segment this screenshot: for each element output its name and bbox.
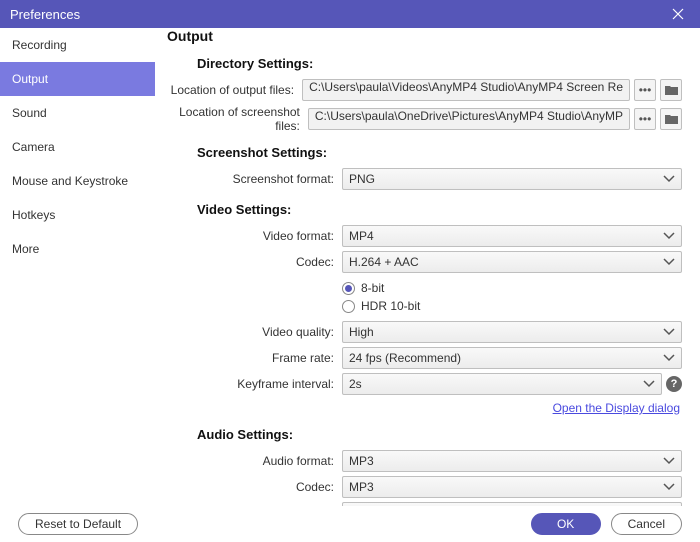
row-keyframe-interval: Keyframe interval: 2s ? (167, 373, 682, 395)
radio-icon (342, 282, 355, 295)
select-keyframe-interval[interactable]: 2s (342, 373, 662, 395)
chevron-down-icon (663, 454, 675, 468)
select-value: MP3 (349, 480, 374, 494)
select-video-format[interactable]: MP4 (342, 225, 682, 247)
select-video-codec[interactable]: H.264 + AAC (342, 251, 682, 273)
section-title-video: Video Settings: (197, 202, 682, 217)
row-frame-rate: Frame rate: 24 fps (Recommend) (167, 347, 682, 369)
label-screenshot-format: Screenshot format: (167, 172, 342, 186)
sidebar-item-sound[interactable]: Sound (0, 96, 155, 130)
row-video-codec: Codec: H.264 + AAC (167, 251, 682, 273)
section-title-screenshot: Screenshot Settings: (197, 145, 682, 160)
select-value: PNG (349, 172, 375, 186)
select-value: H.264 + AAC (349, 255, 419, 269)
sidebar-item-mouse-keystroke[interactable]: Mouse and Keystroke (0, 164, 155, 198)
row-video-quality: Video quality: High (167, 321, 682, 343)
ellipsis-icon: ••• (639, 83, 652, 97)
chevron-down-icon (663, 172, 675, 186)
body: Recording Output Sound Camera Mouse and … (0, 28, 700, 506)
sidebar: Recording Output Sound Camera Mouse and … (0, 28, 155, 506)
select-audio-format[interactable]: MP3 (342, 450, 682, 472)
sidebar-item-output[interactable]: Output (0, 62, 155, 96)
sidebar-item-hotkeys[interactable]: Hotkeys (0, 198, 155, 232)
footer-right: OK Cancel (531, 513, 682, 535)
sidebar-item-camera[interactable]: Camera (0, 130, 155, 164)
chevron-down-icon (663, 255, 675, 269)
folder-icon (665, 114, 678, 125)
radio-hdr-10bit[interactable]: HDR 10-bit (342, 299, 420, 313)
browse-output-button[interactable]: ••• (634, 79, 656, 101)
section-title-directory: Directory Settings: (197, 56, 682, 71)
chevron-down-icon (643, 377, 655, 391)
open-display-dialog-link[interactable]: Open the Display dialog (553, 401, 680, 415)
select-value: High (349, 325, 374, 339)
cancel-button[interactable]: Cancel (611, 513, 682, 535)
radio-8bit[interactable]: 8-bit (342, 281, 420, 295)
titlebar: Preferences (0, 0, 700, 28)
content-pane: Output Directory Settings: Location of o… (155, 28, 700, 506)
input-output-location[interactable]: C:\Users\paula\Videos\AnyMP4 Studio\AnyM… (302, 79, 630, 101)
ellipsis-icon: ••• (639, 112, 652, 126)
close-icon (672, 8, 684, 20)
select-audio-quality[interactable]: Lossless (342, 502, 682, 506)
chevron-down-icon (663, 325, 675, 339)
select-value: 24 fps (Recommend) (349, 351, 461, 365)
select-frame-rate[interactable]: 24 fps (Recommend) (342, 347, 682, 369)
select-screenshot-format[interactable]: PNG (342, 168, 682, 190)
help-keyframe-button[interactable]: ? (666, 376, 682, 392)
open-screenshot-folder-button[interactable] (660, 108, 682, 130)
display-link-row: Open the Display dialog (167, 401, 682, 415)
row-screenshot-location: Location of screenshot files: C:\Users\p… (167, 105, 682, 133)
row-audio-format: Audio format: MP3 (167, 450, 682, 472)
row-output-location: Location of output files: C:\Users\paula… (167, 79, 682, 101)
row-video-format: Video format: MP4 (167, 225, 682, 247)
open-output-folder-button[interactable] (660, 79, 682, 101)
radio-group-bit-depth: 8-bit HDR 10-bit (342, 277, 420, 317)
chevron-down-icon (663, 480, 675, 494)
section-title-audio: Audio Settings: (197, 427, 682, 442)
browse-screenshot-button[interactable]: ••• (634, 108, 656, 130)
label-audio-codec: Codec: (167, 480, 342, 494)
row-bit-depth: 8-bit HDR 10-bit (167, 277, 682, 317)
row-screenshot-format: Screenshot format: PNG (167, 168, 682, 190)
label-keyframe-interval: Keyframe interval: (167, 377, 342, 391)
label-frame-rate: Frame rate: (167, 351, 342, 365)
ok-button[interactable]: OK (531, 513, 601, 535)
label-video-format: Video format: (167, 229, 342, 243)
page-title: Output (167, 28, 682, 44)
label-screenshot-location: Location of screenshot files: (167, 105, 308, 133)
close-button[interactable] (666, 6, 690, 22)
folder-icon (665, 85, 678, 96)
sidebar-item-recording[interactable]: Recording (0, 28, 155, 62)
select-audio-codec[interactable]: MP3 (342, 476, 682, 498)
radio-label: 8-bit (361, 281, 384, 295)
row-audio-codec: Codec: MP3 (167, 476, 682, 498)
label-output-location: Location of output files: (167, 83, 302, 97)
select-value: MP4 (349, 229, 374, 243)
sidebar-item-more[interactable]: More (0, 232, 155, 266)
reset-to-default-button[interactable]: Reset to Default (18, 513, 138, 535)
window-title: Preferences (10, 7, 80, 22)
label-video-codec: Codec: (167, 255, 342, 269)
radio-label: HDR 10-bit (361, 299, 420, 313)
radio-icon (342, 300, 355, 313)
label-audio-format: Audio format: (167, 454, 342, 468)
select-video-quality[interactable]: High (342, 321, 682, 343)
chevron-down-icon (663, 229, 675, 243)
footer: Reset to Default OK Cancel (0, 506, 700, 542)
select-value: 2s (349, 377, 362, 391)
label-video-quality: Video quality: (167, 325, 342, 339)
chevron-down-icon (663, 351, 675, 365)
row-audio-quality: Audio quality: Lossless (167, 502, 682, 506)
input-screenshot-location[interactable]: C:\Users\paula\OneDrive\Pictures\AnyMP4 … (308, 108, 630, 130)
select-value: MP3 (349, 454, 374, 468)
